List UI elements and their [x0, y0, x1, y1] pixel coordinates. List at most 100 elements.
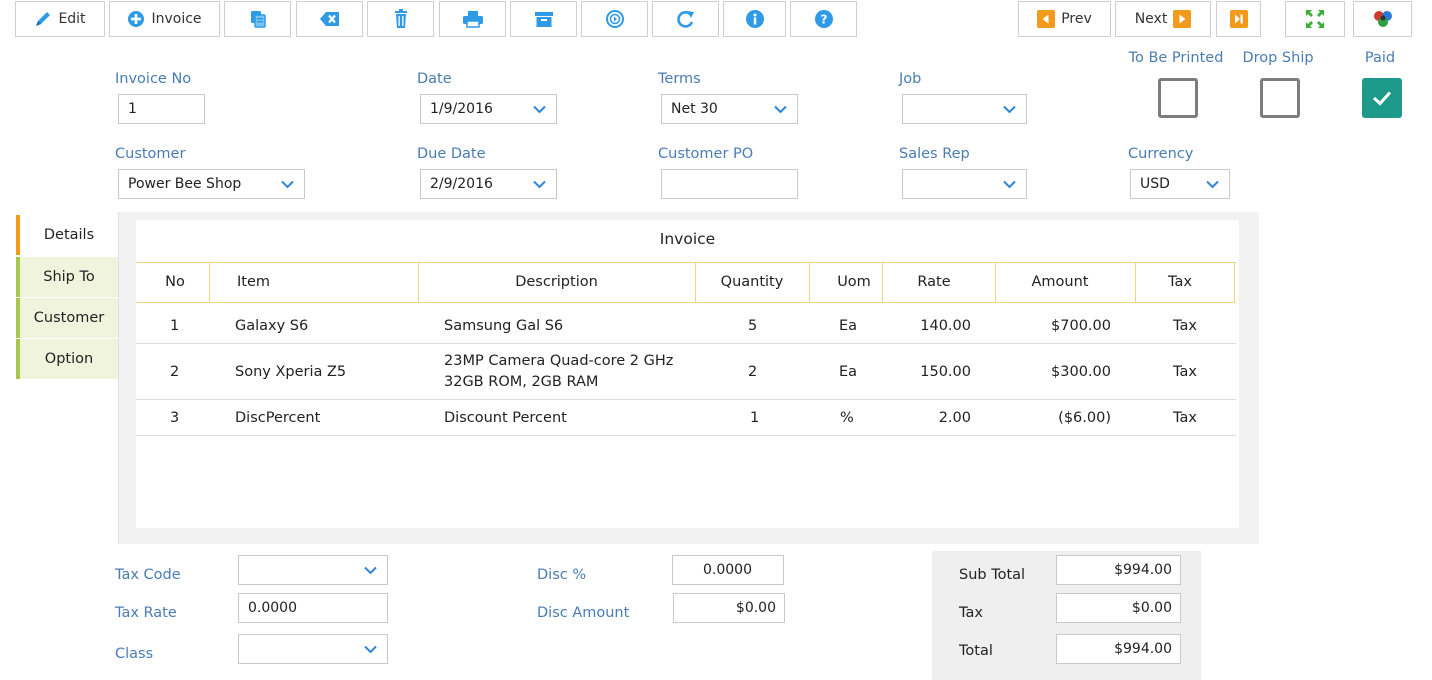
- tab-customer[interactable]: Customer: [16, 298, 118, 338]
- to-be-printed-label: To Be Printed: [1128, 50, 1224, 66]
- invoice-no-input[interactable]: 1: [118, 94, 205, 124]
- disc-percent-label: Disc %: [537, 567, 587, 583]
- last-icon: [1229, 10, 1248, 28]
- theme-button[interactable]: [1353, 1, 1412, 37]
- tab-details-label: Details: [43, 227, 95, 243]
- tab-ship-to[interactable]: Ship To: [16, 257, 118, 297]
- col-header-description[interactable]: Description: [418, 262, 695, 302]
- tab-details[interactable]: Details: [16, 215, 118, 255]
- delete-button[interactable]: [367, 1, 434, 37]
- disc-percent-input[interactable]: 0.0000: [672, 555, 784, 585]
- sales-rep-select[interactable]: [902, 169, 1027, 199]
- clock-refresh-icon: [605, 9, 625, 29]
- col-header-tax[interactable]: Tax: [1135, 262, 1225, 302]
- col-header-item[interactable]: Item: [237, 262, 270, 302]
- customer-value: Power Bee Shop: [128, 176, 242, 192]
- col-header-amount[interactable]: Amount: [995, 262, 1125, 302]
- tax-rate-input[interactable]: 0.0000: [238, 593, 388, 623]
- terms-value: Net 30: [671, 101, 718, 117]
- next-label: Next: [1134, 11, 1168, 27]
- edit-button[interactable]: Edit: [15, 1, 105, 37]
- col-header-rate[interactable]: Rate: [882, 262, 986, 302]
- tab-option[interactable]: Option: [16, 339, 118, 379]
- pencil-icon: [34, 10, 52, 28]
- row-divider: [136, 343, 1236, 344]
- row-divider: [136, 399, 1236, 400]
- grid-title: Invoice: [659, 230, 716, 248]
- disc-amount-label: Disc Amount: [537, 605, 630, 621]
- job-select[interactable]: [902, 94, 1027, 124]
- cell-description-line1: 23MP Camera Quad-core 2 GHz: [444, 353, 674, 369]
- disc-amount-input[interactable]: $0.00: [673, 593, 785, 623]
- sub-total-label: Sub Total: [959, 567, 1026, 583]
- row-divider: [136, 435, 1236, 436]
- info-icon: [745, 9, 765, 29]
- tax-code-select[interactable]: [238, 555, 388, 585]
- col-header-no[interactable]: No: [136, 262, 214, 302]
- paid-checkbox[interactable]: [1362, 78, 1402, 118]
- prev-icon: [1037, 10, 1056, 28]
- invoice-no-label: Invoice No: [115, 71, 192, 87]
- last-button[interactable]: [1216, 1, 1261, 37]
- col-header-quantity[interactable]: Quantity: [695, 262, 809, 302]
- archive-button[interactable]: [510, 1, 577, 37]
- sub-total-value: $994.00: [1114, 562, 1172, 578]
- trash-icon: [392, 9, 410, 29]
- header-bottom-line: [136, 302, 1236, 303]
- info-button[interactable]: [723, 1, 786, 37]
- paid-label: Paid: [1364, 50, 1396, 66]
- currency-select[interactable]: USD: [1130, 169, 1230, 199]
- job-label: Job: [899, 71, 922, 87]
- cell-amount: ($6.00): [1058, 410, 1111, 426]
- invoice-label: Invoice: [151, 11, 202, 27]
- cell-description-line2: 32GB ROM, 2GB RAM: [444, 374, 599, 390]
- cell-quantity: 1: [750, 410, 760, 426]
- invoice-grid: Invoice No Item Description Quantity Uom…: [136, 220, 1239, 528]
- due-date-value: 2/9/2016: [430, 176, 493, 192]
- currency-value: USD: [1140, 176, 1170, 192]
- history-button[interactable]: [581, 1, 648, 37]
- cell-description: Discount Percent: [444, 410, 567, 426]
- clear-button[interactable]: [296, 1, 363, 37]
- prev-button[interactable]: Prev: [1018, 1, 1111, 37]
- fullscreen-icon: [1305, 9, 1325, 29]
- chevron-down-icon: [774, 105, 787, 114]
- copy-button[interactable]: [224, 1, 291, 37]
- customer-po-input[interactable]: [661, 169, 798, 199]
- tax-rate-value: 0.0000: [248, 600, 297, 616]
- fullscreen-button[interactable]: [1285, 1, 1345, 37]
- cell-tax: Tax: [1173, 318, 1197, 334]
- tax-total-value: $0.00: [1131, 600, 1172, 616]
- cell-uom: Ea: [839, 318, 858, 334]
- customer-label: Customer: [115, 146, 186, 162]
- cell-no: 1: [170, 318, 180, 334]
- new-invoice-button[interactable]: Invoice: [109, 1, 220, 37]
- chevron-down-icon: [1206, 180, 1219, 189]
- cell-quantity: 2: [748, 364, 758, 380]
- next-button[interactable]: Next: [1115, 1, 1211, 37]
- date-label: Date: [417, 71, 452, 87]
- cell-item: Sony Xperia Z5: [235, 364, 347, 380]
- redo-button[interactable]: [652, 1, 719, 37]
- header-separator: [1234, 262, 1235, 302]
- help-button[interactable]: ?: [790, 1, 857, 37]
- due-date-picker[interactable]: 2/9/2016: [420, 169, 557, 199]
- date-picker[interactable]: 1/9/2016: [420, 94, 557, 124]
- chevron-down-icon: [1003, 105, 1016, 114]
- cell-item: Galaxy S6: [235, 318, 309, 334]
- class-select[interactable]: [238, 634, 388, 664]
- drop-ship-checkbox[interactable]: [1260, 78, 1300, 118]
- tab-customer-label: Customer: [33, 310, 105, 326]
- disc-amount-value: $0.00: [735, 600, 776, 616]
- cell-amount: $300.00: [1051, 364, 1111, 380]
- customer-select[interactable]: Power Bee Shop: [118, 169, 305, 199]
- print-button[interactable]: [439, 1, 506, 37]
- tax-total-field: $0.00: [1056, 593, 1181, 623]
- class-label: Class: [115, 646, 154, 662]
- next-icon: [1173, 10, 1192, 28]
- color-circles-icon: [1372, 9, 1394, 29]
- archive-icon: [534, 10, 554, 28]
- terms-select[interactable]: Net 30: [661, 94, 798, 124]
- checkmark-icon: [1372, 91, 1392, 106]
- to-be-printed-checkbox[interactable]: [1158, 78, 1198, 118]
